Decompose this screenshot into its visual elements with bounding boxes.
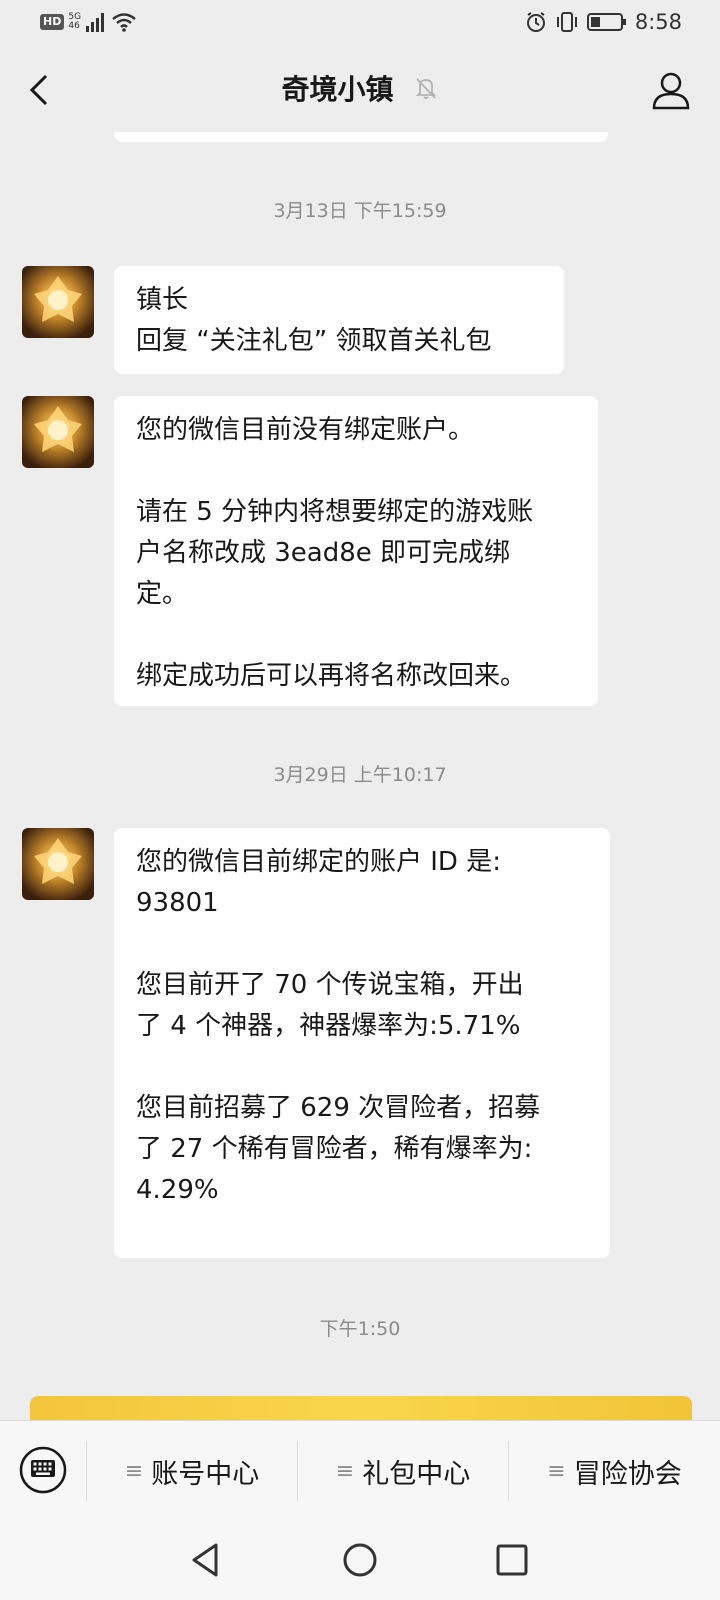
menu-item-label: 冒险协会 [573,1458,682,1490]
mute-icon [415,78,436,99]
square-recents-icon [496,1544,528,1576]
game-avatar-icon [22,266,94,338]
message-line: 户名称改成 3ead8e 即可完成绑 [136,538,511,568]
message-line: 了 27 个稀有冒险者，稀有爆率为: [136,1134,533,1164]
message-line: 您目前开了 70 个传说宝箱，开出 [136,970,524,1000]
message-line: 请在 5 分钟内将想要绑定的游戏账 [136,497,534,527]
keyboard-toggle-button[interactable] [18,1445,68,1495]
system-back-button[interactable] [186,1540,226,1580]
network-type: 5G 46 [68,13,81,31]
chat-area[interactable]: 3月13日 下午15:59 镇长 回复 “关注礼包” 领取首关礼包 您的微信目前… [0,132,720,1420]
message-bubble[interactable]: 您的微信目前绑定的账户 ID 是: 93801 您目前开了 70 个传说宝箱，开… [114,828,610,1258]
message-line: 了 4 个神器，神器爆率为:5.71% [136,1011,521,1041]
nav-title-wrap: 奇境小镇 [0,68,720,108]
vibrate-icon [556,12,577,32]
status-left: HD 5G 46 [40,12,137,32]
message-line: 您目前招募了 629 次冒险者，招募 [136,1093,541,1123]
game-avatar-icon [22,828,94,900]
wifi-icon [112,13,136,32]
menu-item-gift-center[interactable]: ≡ 礼包中心 [298,1421,508,1521]
system-navigation-bar [0,1520,720,1600]
message-line: 4.29% [136,1175,219,1205]
menu-item-label: 账号中心 [151,1458,260,1490]
bottom-menu: ≡ 账号中心 ≡ 礼包中心 ≡ 冒险协会 [0,1420,720,1521]
menu-item-account-center[interactable]: ≡ 账号中心 [87,1421,297,1521]
message-bubble[interactable]: 您的微信目前没有绑定账户。 请在 5 分钟内将想要绑定的游戏账 户名称改成 3e… [114,396,598,706]
menu-item-adventure-guild[interactable]: ≡ 冒险协会 [509,1421,720,1521]
menu-lines-icon: ≡ [124,1458,144,1484]
message-line: 回复 “关注礼包” 领取首关礼包 [136,326,492,356]
message-line: 绑定成功后可以再将名称改回来。 [136,661,527,691]
timestamp: 3月13日 下午15:59 [273,200,447,222]
network-sub-label: 46 [68,21,80,31]
menu-item-label: 礼包中心 [362,1458,471,1490]
profile-button[interactable] [650,70,692,112]
message-line: 定。 [136,579,189,609]
signal-icon [86,13,105,32]
message-line: 93801 [136,888,219,918]
message-bubble[interactable]: 镇长 回复 “关注礼包” 领取首关礼包 [114,266,564,374]
system-home-button[interactable] [340,1540,380,1580]
link-card-preview[interactable] [30,1396,692,1420]
previous-message-bubble [114,132,608,142]
avatar[interactable] [22,266,94,338]
nav-bar: 奇境小镇 [0,48,720,132]
keyboard-icon [19,1446,67,1494]
message-line: 镇长 [136,285,189,315]
timestamp: 3月29日 上午10:17 [273,764,447,786]
person-icon [652,72,690,110]
system-recents-button[interactable] [492,1540,532,1580]
status-bar: HD 5G 46 8:58 [0,0,720,48]
status-right: 8:58 [525,10,682,34]
triangle-back-icon [192,1543,218,1577]
timestamp: 下午1:50 [319,1318,401,1340]
battery-icon [586,13,626,31]
menu-lines-icon: ≡ [547,1458,566,1484]
game-avatar-icon [22,396,94,468]
circle-home-icon [343,1543,377,1577]
alarm-icon [526,12,545,32]
message-line: 您的微信目前没有绑定账户。 [136,415,475,445]
chat-title: 奇境小镇 [281,73,394,106]
avatar[interactable] [22,396,94,468]
clock: 8:58 [634,10,682,34]
menu-lines-icon: ≡ [335,1458,355,1484]
message-line: 您的微信目前绑定的账户 ID 是: [136,847,501,877]
avatar[interactable] [22,828,94,900]
hd-badge: HD [40,14,65,30]
